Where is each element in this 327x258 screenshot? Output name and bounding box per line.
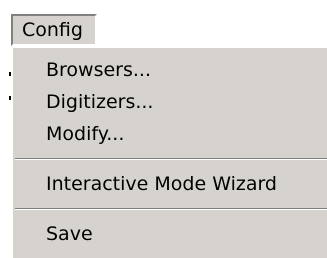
- menu-separator: [15, 208, 327, 210]
- menu-item-modify[interactable]: Modify...: [13, 118, 327, 150]
- menu-separator: [15, 158, 327, 160]
- menu-item-interactive-mode-wizard[interactable]: Interactive Mode Wizard: [13, 168, 327, 200]
- screenshot-area: Config Browsers... Digitizers... Modify.…: [0, 0, 327, 258]
- menu-item-browsers[interactable]: Browsers...: [13, 54, 327, 86]
- config-menu-button[interactable]: Config: [11, 14, 97, 46]
- menu-item-digitizers[interactable]: Digitizers...: [13, 86, 327, 118]
- menu-item-save[interactable]: Save: [13, 218, 327, 250]
- background-artifact: [9, 72, 11, 76]
- config-dropdown-menu: Browsers... Digitizers... Modify... Inte…: [11, 46, 327, 258]
- background-artifact: [9, 96, 11, 100]
